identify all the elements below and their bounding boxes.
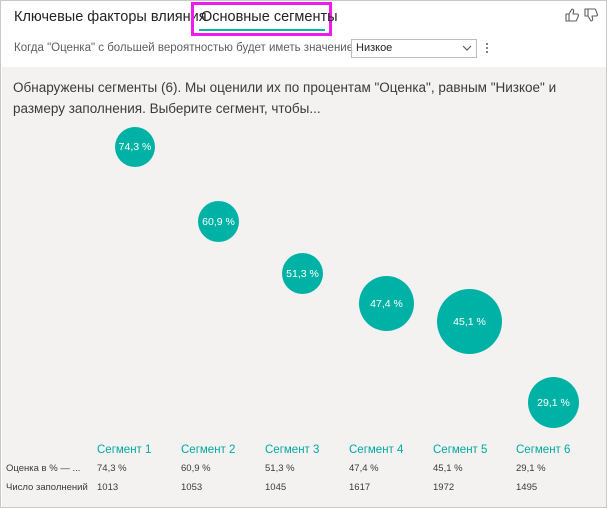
segment-4-population: 1617	[349, 482, 371, 493]
segment-3-population: 1045	[265, 482, 287, 493]
segment-2-label[interactable]: Сегмент 2	[181, 444, 235, 456]
segment-6-label[interactable]: Сегмент 6	[516, 444, 570, 456]
segment-5-bubble[interactable]: 45,1 %	[437, 289, 502, 354]
segment-3-rating: 51,3 %	[265, 463, 295, 474]
segment-3-label[interactable]: Сегмент 3	[265, 444, 319, 456]
segment-1-rating: 74,3 %	[97, 463, 127, 474]
dropdown-selected-value: Низкое	[356, 42, 393, 54]
condition-label: Когда "Оценка" с большей вероятностью бу…	[14, 42, 354, 54]
segment-6-rating: 29,1 %	[516, 463, 546, 474]
thumb-down-icon[interactable]	[583, 7, 599, 23]
segment-6-population: 1495	[516, 482, 538, 493]
segment-4-label[interactable]: Сегмент 4	[349, 444, 403, 456]
more-vertical-icon[interactable]	[483, 41, 491, 55]
segments-description: Обнаружены сегменты (6). Мы оценили их п…	[13, 80, 557, 116]
chevron-down-icon	[462, 45, 472, 51]
thumb-up-icon[interactable]	[564, 7, 580, 23]
segment-2-bubble[interactable]: 60,9 %	[198, 201, 239, 242]
segment-2-rating: 60,9 %	[181, 463, 211, 474]
segment-3-bubble[interactable]: 51,3 %	[282, 253, 323, 294]
top-segments-visual: Ключевые факторы влияния Основные сегмен…	[0, 0, 607, 508]
tab-key-influencers[interactable]: Ключевые факторы влияния	[14, 9, 207, 25]
segment-6-bubble[interactable]: 29,1 %	[528, 377, 579, 428]
segment-4-bubble[interactable]: 47,4 %	[359, 276, 414, 331]
active-tab-underline	[199, 29, 325, 31]
value-dropdown[interactable]: Низкое	[351, 39, 477, 58]
segment-5-label[interactable]: Сегмент 5	[433, 444, 487, 456]
tab-top-segments[interactable]: Основные сегменты	[201, 9, 338, 25]
segment-1-bubble[interactable]: 74,3 %	[115, 127, 155, 167]
segment-1-label[interactable]: Сегмент 1	[97, 444, 151, 456]
segment-5-rating: 45,1 %	[433, 463, 463, 474]
segment-4-rating: 47,4 %	[349, 463, 379, 474]
population-row-label: Число заполнений	[6, 482, 88, 493]
segment-2-population: 1053	[181, 482, 203, 493]
rating-row-label: Оценка в % — ...	[6, 463, 81, 474]
segment-5-population: 1972	[433, 482, 455, 493]
segment-1-population: 1013	[97, 482, 119, 493]
